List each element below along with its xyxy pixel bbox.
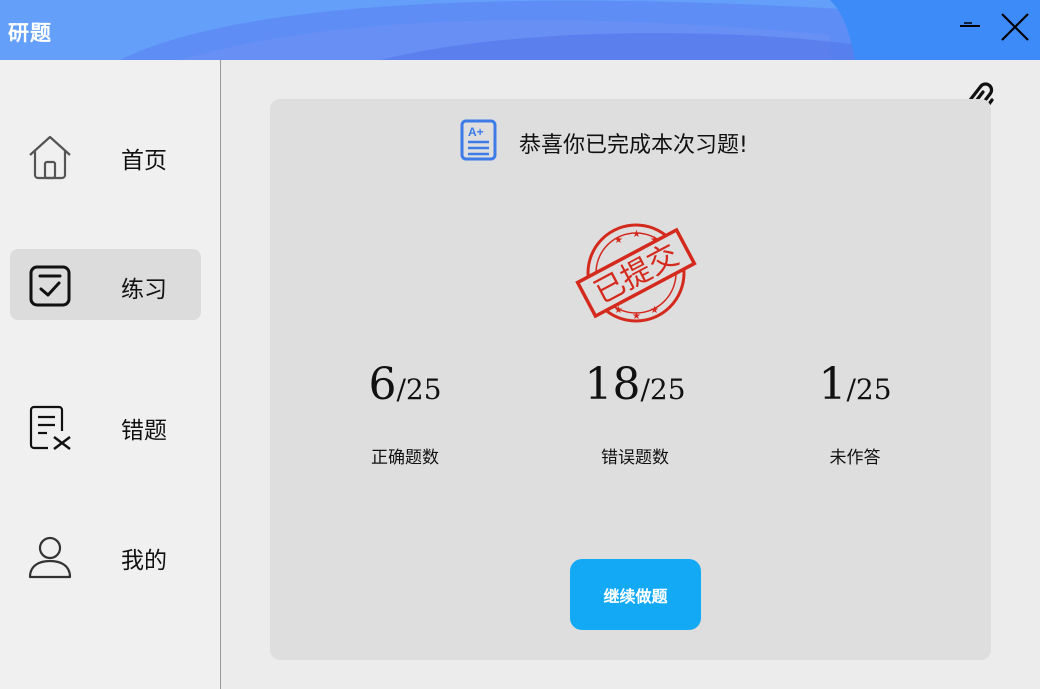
title-bar: 研题 (0, 0, 1040, 60)
wrong-count: 18 (584, 359, 641, 410)
total-count: /25 (396, 373, 442, 406)
checkbox-icon (29, 265, 71, 307)
total-count: /25 (640, 373, 686, 406)
sidebar-item-label: 练习 (121, 277, 167, 303)
app-title: 研题 (8, 21, 52, 45)
svg-text:★: ★ (632, 229, 641, 240)
sidebar-item-practice[interactable]: 练习 (10, 249, 201, 320)
stat-value: 1/25 (755, 359, 955, 410)
sidebar-item-label: 首页 (121, 148, 167, 174)
sidebar-item-label: 错题 (121, 418, 167, 444)
minimize-button[interactable] (950, 8, 990, 48)
close-button[interactable] (994, 8, 1034, 48)
continue-practice-button[interactable]: 继续做题 (570, 559, 701, 630)
svg-text:A+: A+ (468, 125, 484, 139)
svg-text:★: ★ (614, 235, 623, 246)
stat-label: 未作答 (829, 448, 881, 468)
minimize-icon (960, 22, 980, 27)
stat-label: 正确题数 (371, 448, 439, 468)
home-icon (29, 135, 71, 180)
stat-value: 6/25 (305, 359, 505, 410)
stat-label: 错误题数 (601, 448, 669, 468)
sidebar: 首页 练习 错题 我的 (0, 60, 221, 689)
svg-text:★: ★ (650, 305, 659, 316)
correct-count: 6 (368, 359, 397, 410)
unanswered-count: 1 (818, 359, 847, 410)
total-count: /25 (846, 373, 892, 406)
completion-message: 恭喜你已完成本次习题! (519, 133, 748, 158)
wrong-list-icon (29, 405, 71, 450)
submitted-stamp: ★ ★ ★ ★ ★ ★ 已提交 (575, 223, 697, 323)
sidebar-item-home[interactable]: 首页 (10, 120, 201, 191)
result-card: A+ 恭喜你已完成本次习题! ★ ★ ★ ★ ★ ★ 已提交 (270, 99, 991, 660)
close-icon (1001, 13, 1029, 41)
titlebar-wave-decoration (120, 0, 1040, 60)
stat-value: 18/25 (535, 359, 735, 410)
svg-text:★: ★ (632, 311, 641, 322)
user-icon (28, 536, 72, 579)
sidebar-item-label: 我的 (121, 548, 167, 574)
graded-document-icon: A+ (460, 119, 497, 161)
sidebar-item-wrong-questions[interactable]: 错题 (10, 390, 201, 461)
stamp-text: 已提交 (589, 238, 685, 311)
sidebar-item-profile[interactable]: 我的 (10, 520, 201, 591)
